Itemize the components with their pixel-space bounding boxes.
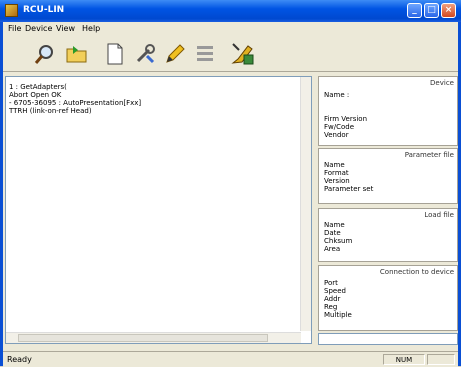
log-line: Abort Open OK: [9, 91, 62, 99]
app-window: RCU-LIN _ □ × File Device View Help 1: …: [0, 0, 461, 367]
panel-title: Connection to device: [379, 268, 454, 276]
edit-tool-button[interactable]: [161, 41, 189, 67]
menu-bar: File Device View Help: [3, 22, 458, 36]
new-document-icon: [107, 43, 123, 65]
command-input[interactable]: [318, 333, 458, 345]
open-folder-icon: [66, 46, 87, 63]
pen-tool-icon: [231, 43, 254, 65]
window-title: RCU-LIN: [23, 5, 65, 15]
fw-code-label: Fw/Code: [324, 123, 355, 131]
close-button[interactable]: ×: [441, 3, 456, 18]
vertical-scrollbar[interactable]: [300, 77, 311, 331]
menu-view[interactable]: View: [56, 24, 75, 33]
conn-speed-label: Speed: [324, 287, 346, 295]
title-bar[interactable]: RCU-LIN _ □ ×: [0, 0, 461, 22]
menu-file[interactable]: File: [8, 24, 21, 33]
log-view[interactable]: 1 : GetAdapters( Abort Open OK - 6705-36…: [5, 76, 312, 344]
horizontal-scrollbar[interactable]: [6, 332, 301, 343]
tool-settings-button[interactable]: [131, 41, 159, 67]
param-name-label: Name: [324, 161, 345, 169]
scroll-thumb[interactable]: [18, 334, 268, 342]
status-pane: [427, 354, 455, 365]
conn-addr-label: Addr: [324, 295, 341, 303]
connection-panel: Connection to device Port Speed Addr Reg…: [318, 265, 458, 331]
maximize-button[interactable]: □: [424, 3, 439, 18]
conn-port-label: Port: [324, 279, 338, 287]
status-text: Ready: [7, 355, 32, 364]
search-tool-button[interactable]: [31, 41, 59, 67]
wrench-icon: [136, 44, 155, 64]
parameter-panel: Parameter file Name Format Version Param…: [318, 148, 458, 204]
firm-version-label: Firm Version: [324, 115, 368, 123]
menu-help[interactable]: Help: [82, 24, 100, 33]
param-format-label: Format: [324, 169, 349, 177]
load-name-label: Name: [324, 221, 345, 229]
list-icon: [197, 46, 213, 61]
minimize-button[interactable]: _: [407, 3, 422, 18]
conn-reg-label: Reg: [324, 303, 338, 311]
panel-title: Load file: [424, 211, 454, 219]
param-version-label: Version: [324, 177, 350, 185]
conn-multiple-label: Multiple: [324, 311, 352, 319]
log-line: 1 : GetAdapters(: [9, 83, 67, 91]
load-date-label: Date: [324, 229, 341, 237]
list-tool-button[interactable]: [191, 41, 219, 67]
menu-device[interactable]: Device: [25, 24, 52, 33]
device-panel: Device Name : Firm Version Fw/Code Vendo…: [318, 76, 458, 146]
toolbar: [3, 37, 458, 72]
splitter[interactable]: [313, 76, 317, 344]
status-pane-num: NUM: [383, 354, 425, 365]
app-icon: [5, 4, 18, 17]
panel-title: Parameter file: [404, 151, 454, 159]
status-bar: Ready NUM: [3, 351, 458, 367]
vendor-label: Vendor: [324, 131, 349, 139]
search-icon: [34, 45, 53, 64]
pencil-icon: [166, 44, 185, 63]
panel-title: Device: [430, 79, 454, 87]
log-line: TTRH (link-on-ref Head): [9, 107, 92, 115]
log-line: - 6705-36095 : AutoPresentation[Fxx]: [9, 99, 142, 107]
param-set-label: Parameter set: [324, 185, 374, 193]
device-name-label: Name :: [324, 91, 350, 99]
open-tool-button[interactable]: [63, 41, 91, 67]
load-chksum-label: Chksum: [324, 237, 353, 245]
load-panel: Load file Name Date Chksum Area: [318, 208, 458, 262]
load-area-label: Area: [324, 245, 341, 253]
program-tool-button[interactable]: [229, 41, 257, 67]
new-tool-button[interactable]: [101, 41, 129, 67]
